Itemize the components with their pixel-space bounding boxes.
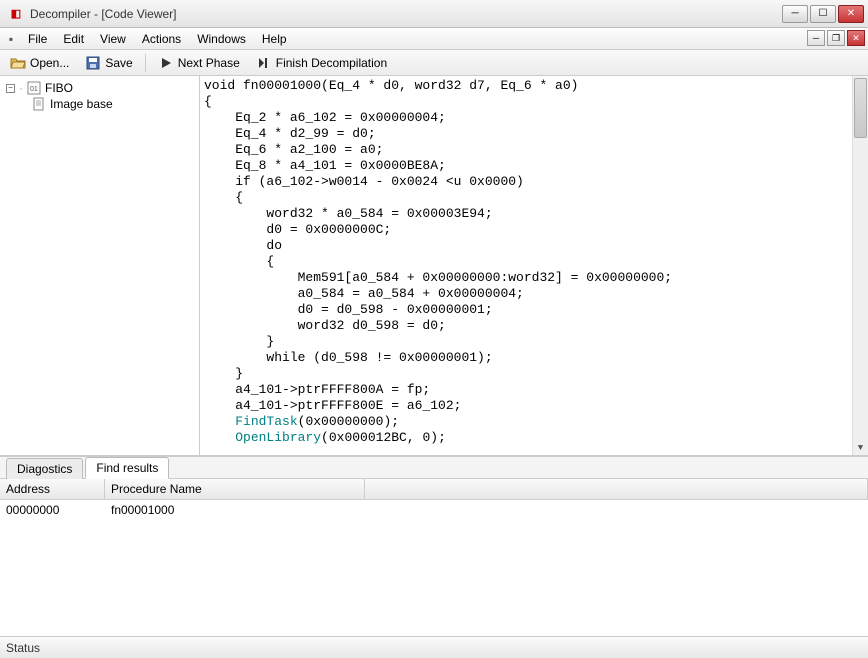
save-button[interactable]: Save (79, 53, 138, 73)
mdi-close-button[interactable]: ✕ (847, 30, 865, 46)
open-icon (10, 55, 26, 71)
menu-help-label: Help (262, 32, 287, 46)
cell-address: 00000000 (0, 502, 105, 518)
scroll-down-icon[interactable]: ▼ (853, 441, 868, 455)
binary-icon: 01 (27, 81, 41, 95)
code-fn2-args: (0x000012BC, 0); (321, 430, 446, 445)
code-fn-openlibrary: OpenLibrary (235, 430, 321, 445)
next-phase-button[interactable]: Next Phase (152, 53, 246, 73)
mdi-restore-button[interactable]: ❐ (827, 30, 845, 46)
tree-child-imagebase[interactable]: Image base (4, 96, 195, 112)
menu-help[interactable]: Help (254, 28, 295, 49)
results-grid[interactable]: Address Procedure Name 00000000 fn000010… (0, 479, 868, 636)
main-split: − · 01 FIBO Image base void fn00001000(E… (0, 76, 868, 456)
tree-root[interactable]: − · 01 FIBO (4, 80, 195, 96)
status-bar: Status (0, 636, 868, 658)
document-icon (32, 97, 46, 111)
fast-forward-icon (256, 55, 272, 71)
menu-view[interactable]: View (92, 28, 134, 49)
window-title: Decompiler - [Code Viewer] (30, 7, 782, 21)
open-button[interactable]: Open... (4, 53, 75, 73)
menu-actions[interactable]: Actions (134, 28, 189, 49)
finish-button[interactable]: Finish Decompilation (250, 53, 393, 73)
play-icon (158, 55, 174, 71)
bottom-panel: Diagostics Find results Address Procedur… (0, 456, 868, 636)
code-text: void fn00001000(Eq_4 * d0, word32 d7, Eq… (204, 78, 672, 429)
menu-file[interactable]: File (20, 28, 55, 49)
title-bar: ◧ Decompiler - [Code Viewer] ─ ☐ ✕ (0, 0, 868, 28)
mdi-minimize-button[interactable]: ─ (807, 30, 825, 46)
maximize-button[interactable]: ☐ (810, 5, 836, 23)
menu-edit-label: Edit (63, 32, 84, 46)
menu-view-label: View (100, 32, 126, 46)
save-icon (85, 55, 101, 71)
app-icon: ◧ (8, 6, 24, 22)
grid-header: Address Procedure Name (0, 479, 868, 500)
code-viewer[interactable]: void fn00001000(Eq_4 * d0, word32 d7, Eq… (200, 76, 868, 455)
status-text: Status (6, 641, 40, 655)
menu-windows-label: Windows (197, 32, 246, 46)
minimize-button[interactable]: ─ (782, 5, 808, 23)
menu-windows[interactable]: Windows (189, 28, 254, 49)
tab-diagnostics[interactable]: Diagostics (6, 458, 83, 479)
tab-find-results[interactable]: Find results (85, 457, 169, 479)
system-menu-icon[interactable]: ▪ (2, 28, 20, 49)
cell-procname: fn00001000 (105, 502, 365, 518)
col-address[interactable]: Address (0, 479, 105, 499)
toolbar: Open... Save Next Phase Finish Decompila… (0, 50, 868, 76)
col-extra[interactable] (365, 479, 868, 499)
menu-edit[interactable]: Edit (55, 28, 92, 49)
col-procname[interactable]: Procedure Name (105, 479, 365, 499)
bottom-tabs: Diagostics Find results (0, 457, 868, 479)
save-label: Save (105, 56, 132, 70)
code-fn1-args: (0x00000000); (298, 414, 399, 429)
code-scrollbar[interactable]: ▲ ▼ (852, 76, 868, 455)
next-phase-label: Next Phase (178, 56, 240, 70)
tab-diagnostics-label: Diagostics (17, 462, 72, 476)
close-button[interactable]: ✕ (838, 5, 864, 23)
scroll-thumb[interactable] (854, 78, 867, 138)
window-buttons: ─ ☐ ✕ (782, 5, 864, 23)
tree-root-label: FIBO (45, 81, 73, 95)
finish-label: Finish Decompilation (276, 56, 387, 70)
code-fn-findtask: FindTask (235, 414, 297, 429)
tab-find-label: Find results (96, 461, 158, 475)
table-row[interactable]: 00000000 fn00001000 (0, 500, 868, 520)
menu-bar: ▪ File Edit View Actions Windows Help ─ … (0, 28, 868, 50)
tree-child-label: Image base (50, 97, 113, 111)
menu-actions-label: Actions (142, 32, 181, 46)
tree-pane[interactable]: − · 01 FIBO Image base (0, 76, 200, 455)
code-body[interactable]: void fn00001000(Eq_4 * d0, word32 d7, Eq… (200, 76, 852, 455)
menu-file-label: File (28, 32, 47, 46)
svg-text:01: 01 (30, 86, 38, 93)
dotted-line-icon: · (19, 81, 23, 95)
tree-collapse-icon[interactable]: − (6, 84, 15, 93)
open-label: Open... (30, 56, 69, 70)
